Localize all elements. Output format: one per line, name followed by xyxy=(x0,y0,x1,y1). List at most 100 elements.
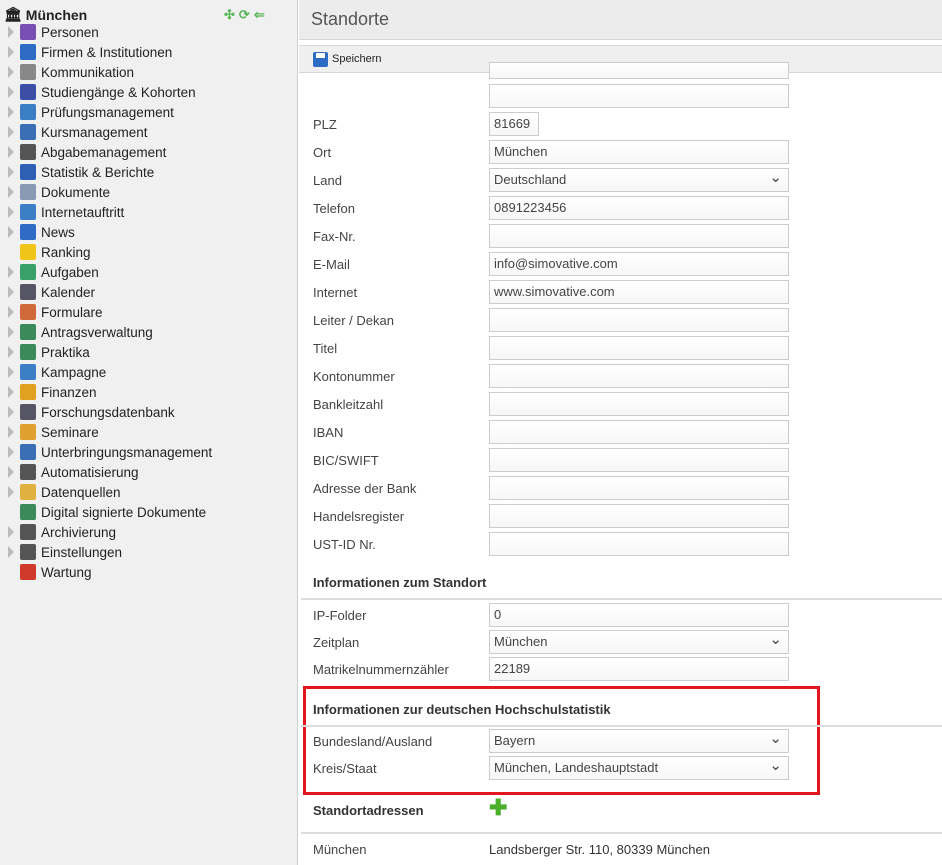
arrow-left-icon[interactable]: ⇐ xyxy=(254,7,265,23)
address-line-2-field[interactable] xyxy=(489,84,789,108)
input-field[interactable] xyxy=(489,336,789,360)
sidebar-item[interactable]: Praktika xyxy=(8,342,90,362)
sidebar-item[interactable]: Datenquellen xyxy=(8,482,121,502)
sidebar-item[interactable]: Personen xyxy=(8,22,99,42)
select-field[interactable]: Bayern xyxy=(489,729,789,753)
sidebar-item[interactable]: Studiengänge & Kohorten xyxy=(8,82,196,102)
field-label: Ort xyxy=(313,144,332,160)
form-icon xyxy=(20,304,36,320)
input-field[interactable]: www.simovative.com xyxy=(489,280,789,304)
expand-icon xyxy=(8,506,14,518)
expand-icon[interactable] xyxy=(8,406,14,418)
sidebar-item[interactable]: Dokumente xyxy=(8,182,110,202)
expand-icon[interactable] xyxy=(8,106,14,118)
form-row: UST-ID Nr. xyxy=(313,532,933,556)
input-field[interactable]: 81669 xyxy=(489,112,539,136)
expand-icon[interactable] xyxy=(8,126,14,138)
input-field[interactable] xyxy=(489,448,789,472)
input-field[interactable]: 22189 xyxy=(489,657,789,681)
select-field[interactable]: München xyxy=(489,630,789,654)
expand-icon[interactable] xyxy=(8,206,14,218)
sidebar-item[interactable]: Abgabemanagement xyxy=(8,142,166,162)
refresh-icon[interactable]: ⟳ xyxy=(239,7,250,23)
input-field[interactable] xyxy=(489,392,789,416)
tree-root[interactable]: 🏛 München xyxy=(4,6,87,23)
expand-icon[interactable] xyxy=(8,86,14,98)
sidebar-item[interactable]: Finanzen xyxy=(8,382,97,402)
sidebar-item[interactable]: Kampagne xyxy=(8,362,106,382)
field-label: Handelsregister xyxy=(313,508,405,524)
expand-icon[interactable] xyxy=(8,526,14,538)
input-field[interactable] xyxy=(489,224,789,248)
sidebar-item[interactable]: Aufgaben xyxy=(8,262,99,282)
sidebar-item[interactable]: Wartung xyxy=(8,562,92,582)
factory-icon xyxy=(20,44,36,60)
sidebar-item[interactable]: Kursmanagement xyxy=(8,122,148,142)
expand-icon[interactable] xyxy=(8,346,14,358)
expand-icon[interactable] xyxy=(8,306,14,318)
sidebar-item[interactable]: Statistik & Berichte xyxy=(8,162,154,182)
save-button[interactable]: Speichern xyxy=(313,51,382,67)
sidebar-item[interactable]: Archivierung xyxy=(8,522,116,542)
sidebar-item[interactable]: Kommunikation xyxy=(8,62,134,82)
collapse-all-icon[interactable]: ✣ xyxy=(224,7,235,23)
expand-icon[interactable] xyxy=(8,26,14,38)
input-field[interactable]: info@simovative.com xyxy=(489,252,789,276)
address-line-field[interactable] xyxy=(489,62,789,79)
sidebar-item[interactable]: Internetauftritt xyxy=(8,202,124,222)
input-field[interactable] xyxy=(489,308,789,332)
input-field[interactable] xyxy=(489,364,789,388)
id-card-icon xyxy=(20,524,36,540)
section-heading-adressen: Standortadressen xyxy=(313,803,424,818)
form-row: Kreis/Staat München, Landeshauptstadt xyxy=(313,756,933,780)
field-label: Bundesland/Ausland xyxy=(313,733,433,749)
sidebar-item[interactable]: Digital signierte Dokumente xyxy=(8,502,206,522)
sidebar-item[interactable]: Seminare xyxy=(8,422,99,442)
sidebar-item[interactable]: Antragsverwaltung xyxy=(8,322,153,342)
sidebar-item[interactable]: Prüfungsmanagement xyxy=(8,102,174,122)
expand-icon[interactable] xyxy=(8,66,14,78)
expand-icon[interactable] xyxy=(8,546,14,558)
select-field[interactable]: München, Landeshauptstadt xyxy=(489,756,789,780)
input-field[interactable]: München xyxy=(489,140,789,164)
expand-icon[interactable] xyxy=(8,486,14,498)
input-field[interactable] xyxy=(489,532,789,556)
sidebar-item[interactable]: Firmen & Institutionen xyxy=(8,42,172,62)
expand-icon[interactable] xyxy=(8,386,14,398)
expand-icon[interactable] xyxy=(8,266,14,278)
expand-icon[interactable] xyxy=(8,366,14,378)
expand-icon[interactable] xyxy=(8,326,14,338)
input-field[interactable]: 0 xyxy=(489,603,789,627)
folder-icon xyxy=(20,184,36,200)
expand-icon[interactable] xyxy=(8,446,14,458)
sidebar-item[interactable]: Einstellungen xyxy=(8,542,122,562)
input-field[interactable] xyxy=(489,420,789,444)
form-row: Internet www.simovative.com xyxy=(313,280,933,304)
sidebar-item[interactable]: Ranking xyxy=(8,242,91,262)
expand-icon xyxy=(8,246,14,258)
sidebar-item[interactable]: Unterbringungsmanagement xyxy=(8,442,212,462)
input-field[interactable] xyxy=(489,504,789,528)
institution-icon: 🏛 xyxy=(4,6,22,22)
field-label: Internet xyxy=(313,284,358,300)
expand-icon[interactable] xyxy=(8,226,14,238)
add-address-icon[interactable]: ✚ xyxy=(489,797,507,819)
sidebar-item[interactable]: Formulare xyxy=(8,302,103,322)
sidebar-item[interactable]: Kalender xyxy=(8,282,95,302)
sidebar-item[interactable]: Automatisierung xyxy=(8,462,139,482)
expand-icon[interactable] xyxy=(8,426,14,438)
sidebar-item[interactable]: Forschungsdatenbank xyxy=(8,402,175,422)
expand-icon[interactable] xyxy=(8,466,14,478)
select-field[interactable]: Deutschland xyxy=(489,168,789,192)
divider xyxy=(301,832,942,834)
address-row[interactable]: München Landsberger Str. 110, 80339 Münc… xyxy=(313,837,933,861)
input-field[interactable]: 0891223456 xyxy=(489,196,789,220)
input-field[interactable] xyxy=(489,476,789,500)
expand-icon[interactable] xyxy=(8,186,14,198)
field-label: IBAN xyxy=(313,424,344,440)
sidebar-item[interactable]: News xyxy=(8,222,75,242)
expand-icon[interactable] xyxy=(8,286,14,298)
expand-icon[interactable] xyxy=(8,146,14,158)
expand-icon[interactable] xyxy=(8,166,14,178)
expand-icon[interactable] xyxy=(8,46,14,58)
